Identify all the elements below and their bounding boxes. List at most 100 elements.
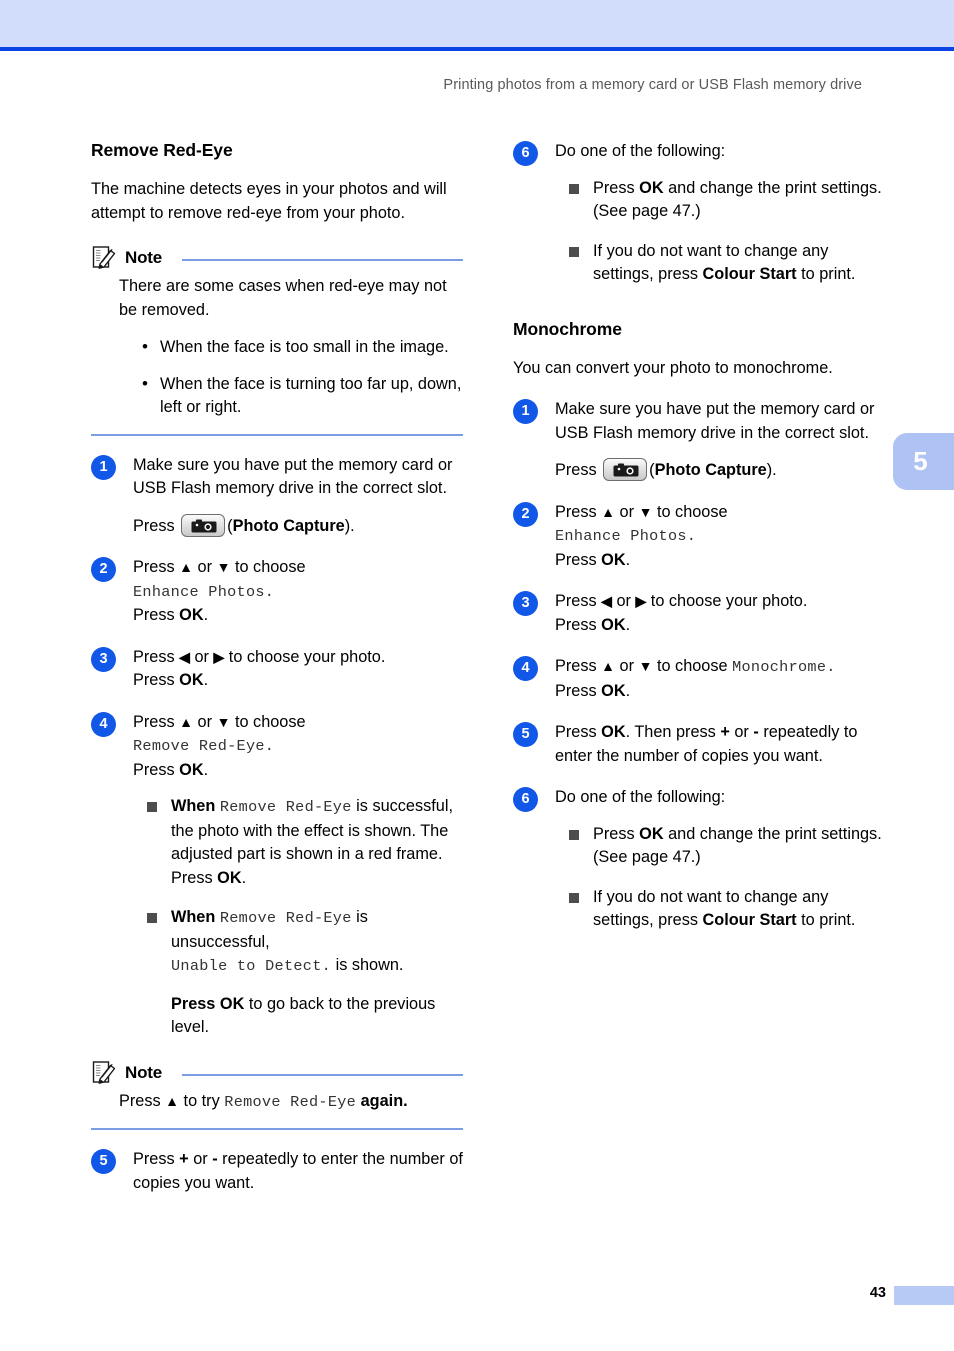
bullet-text: If you do not want to change any setting… bbox=[593, 240, 885, 287]
or-word: or bbox=[197, 558, 213, 576]
lcd-text: Enhance Photos. bbox=[555, 527, 697, 545]
mono-step-6-bullet-list: Press OK and change the print settings. … bbox=[555, 823, 885, 933]
period: . bbox=[625, 615, 631, 634]
step-number-badge: 1 bbox=[91, 454, 116, 480]
step-number-badge: 4 bbox=[513, 656, 538, 681]
key-label: Photo Capture bbox=[654, 461, 767, 479]
step-text: Do one of the following: bbox=[555, 142, 726, 160]
photo-capture-camera-icon[interactable] bbox=[603, 458, 648, 481]
or-word: or bbox=[193, 1150, 208, 1168]
bullet-text: When Remove Red-Eye is successful, the p… bbox=[171, 795, 463, 890]
step-body: Press ▲ or ▼ to choose Enhance Photos. P… bbox=[133, 556, 463, 628]
arrow-down-icon: ▼ bbox=[638, 503, 653, 520]
or-word: or bbox=[734, 723, 749, 741]
section-heading-remove-red-eye: Remove Red-Eye bbox=[91, 140, 233, 160]
mono-step-6: 6 Do one of the following: Press OK and … bbox=[513, 786, 885, 933]
step-text: Press + or - repeatedly to enter the num… bbox=[133, 1148, 463, 1195]
step-press-line: Press (Photo Capture). bbox=[555, 458, 885, 483]
step-6-bullet-list: Press OK and change the print settings. … bbox=[555, 177, 885, 287]
lcd-text: Remove Red-Eye. bbox=[133, 737, 275, 755]
press-ok-line: Press OK. bbox=[133, 604, 463, 628]
step-number-badge: 2 bbox=[513, 501, 538, 527]
lcd-text-2: Unable to Detect. bbox=[171, 957, 332, 975]
lcd-line: Enhance Photos. bbox=[555, 524, 885, 549]
step-text: Press ▲ or ▼ to choose bbox=[555, 501, 885, 525]
key-label-ok: OK bbox=[179, 671, 204, 689]
key-label-ok: OK bbox=[601, 681, 626, 700]
press-ok-line: Press OK. bbox=[555, 680, 885, 704]
key-label-ok: OK bbox=[639, 824, 664, 843]
press-ok-line: Press OK. bbox=[555, 614, 885, 638]
step-5: 5 Press + or - repeatedly to enter the n… bbox=[91, 1148, 463, 1195]
note-text: Press ▲ to try Remove Red-Eye again. bbox=[119, 1090, 463, 1115]
press-ok-line: Press OK. bbox=[555, 549, 885, 573]
step-number-badge: 5 bbox=[91, 1149, 116, 1174]
press-word: Press bbox=[593, 824, 635, 843]
list-item: When the face is too small in the image. bbox=[142, 335, 463, 360]
period: . bbox=[625, 681, 631, 700]
step-body: Do one of the following: Press OK and ch… bbox=[555, 140, 885, 287]
arrow-right-icon: ▶ bbox=[213, 648, 225, 665]
chapter-tab: 5 bbox=[893, 433, 954, 490]
key-label-ok: OK bbox=[601, 615, 626, 634]
press-word: Press bbox=[133, 606, 175, 624]
press-word: Press bbox=[555, 592, 597, 610]
bullet-text-tail: and change the print settings. (See page… bbox=[593, 178, 882, 221]
left-column: Remove Red-Eye The machine detects eyes … bbox=[91, 140, 463, 1195]
bullet-text: When Remove Red-Eye is unsuccessful, Unab… bbox=[171, 906, 463, 979]
arrow-up-icon: ▲ bbox=[179, 559, 194, 575]
press-word: Press bbox=[593, 178, 635, 197]
photo-capture-camera-icon[interactable] bbox=[181, 513, 226, 537]
header-rule bbox=[0, 47, 954, 51]
minus-key: - bbox=[753, 723, 759, 741]
step-text: Press OK. Then press + or - repeatedly t… bbox=[555, 721, 885, 768]
step-text-tail: to choose your photo. bbox=[228, 647, 386, 666]
press-word: Press bbox=[555, 550, 597, 569]
key-label-ok: OK bbox=[219, 994, 245, 1013]
header-band bbox=[0, 0, 954, 47]
section-intro-remove-red-eye: The machine detects eyes in your photos … bbox=[91, 180, 447, 222]
lcd-text: Remove Red-Eye bbox=[219, 798, 352, 816]
plus-key: + bbox=[179, 1150, 189, 1168]
note-body: Press ▲ to try Remove Red-Eye again. bbox=[91, 1090, 463, 1115]
bullet-text: Press OK and change the print settings. … bbox=[593, 177, 885, 224]
key-label-ok: OK bbox=[179, 606, 204, 624]
note-header: Note bbox=[91, 1060, 463, 1086]
step-body: Press + or - repeatedly to enter the num… bbox=[133, 1148, 463, 1195]
step-body: Press ◀ or ▶ to choose your photo. Press… bbox=[555, 590, 885, 637]
step-text: Press ▲ or ▼ to choose bbox=[133, 556, 463, 580]
step-body: Press ▲ or ▼ to choose Monochrome. Press… bbox=[555, 655, 885, 703]
arrow-up-icon: ▲ bbox=[179, 713, 194, 730]
step-6-continued: 6 Do one of the following: Press OK and … bbox=[513, 140, 885, 287]
step-text: Press ▲ or ▼ to choose bbox=[133, 711, 463, 735]
step-body: Press OK. Then press + or - repeatedly t… bbox=[555, 721, 885, 768]
mono-step-4: 4 Press ▲ or ▼ to choose Monochrome. Pre… bbox=[513, 655, 885, 703]
press-word: Press bbox=[133, 647, 175, 666]
note-text-tail: again. bbox=[360, 1091, 408, 1110]
arrow-up-icon: ▲ bbox=[601, 503, 616, 520]
step-number-badge: 6 bbox=[513, 141, 538, 166]
step-press-line: Press (Photo Capture). bbox=[133, 513, 463, 539]
step-text-mid: . Then press bbox=[625, 723, 716, 741]
mono-step-1: 1 Make sure you have put the memory card… bbox=[513, 398, 885, 483]
step-text: Press ▲ or ▼ to choose Monochrome. bbox=[555, 655, 885, 680]
step-4-bullet-list: When Remove Red-Eye is successful, the p… bbox=[133, 795, 463, 1040]
press-word: Press bbox=[133, 1150, 175, 1168]
press-word: Press bbox=[555, 461, 597, 479]
step-body: Make sure you have put the memory card o… bbox=[555, 398, 885, 483]
running-head: Printing photos from a memory card or US… bbox=[443, 77, 862, 93]
or-word: or bbox=[197, 712, 213, 731]
step-number-badge: 3 bbox=[91, 646, 116, 672]
or-word: or bbox=[194, 647, 209, 666]
or-word: or bbox=[616, 592, 631, 610]
step-number-badge: 4 bbox=[91, 711, 116, 737]
step-text-tail: to choose bbox=[656, 657, 728, 675]
period: . bbox=[625, 550, 631, 569]
key-label-ok: OK bbox=[601, 550, 626, 569]
step-text: Do one of the following: bbox=[555, 788, 726, 806]
note-text-mid: to try bbox=[183, 1091, 220, 1110]
arrow-up-icon: ▲ bbox=[601, 658, 616, 674]
key-label-ok: OK bbox=[179, 760, 204, 779]
step-text-tail: to choose your photo. bbox=[650, 592, 808, 610]
bullet-text: Press OK and change the print settings. … bbox=[593, 823, 885, 870]
